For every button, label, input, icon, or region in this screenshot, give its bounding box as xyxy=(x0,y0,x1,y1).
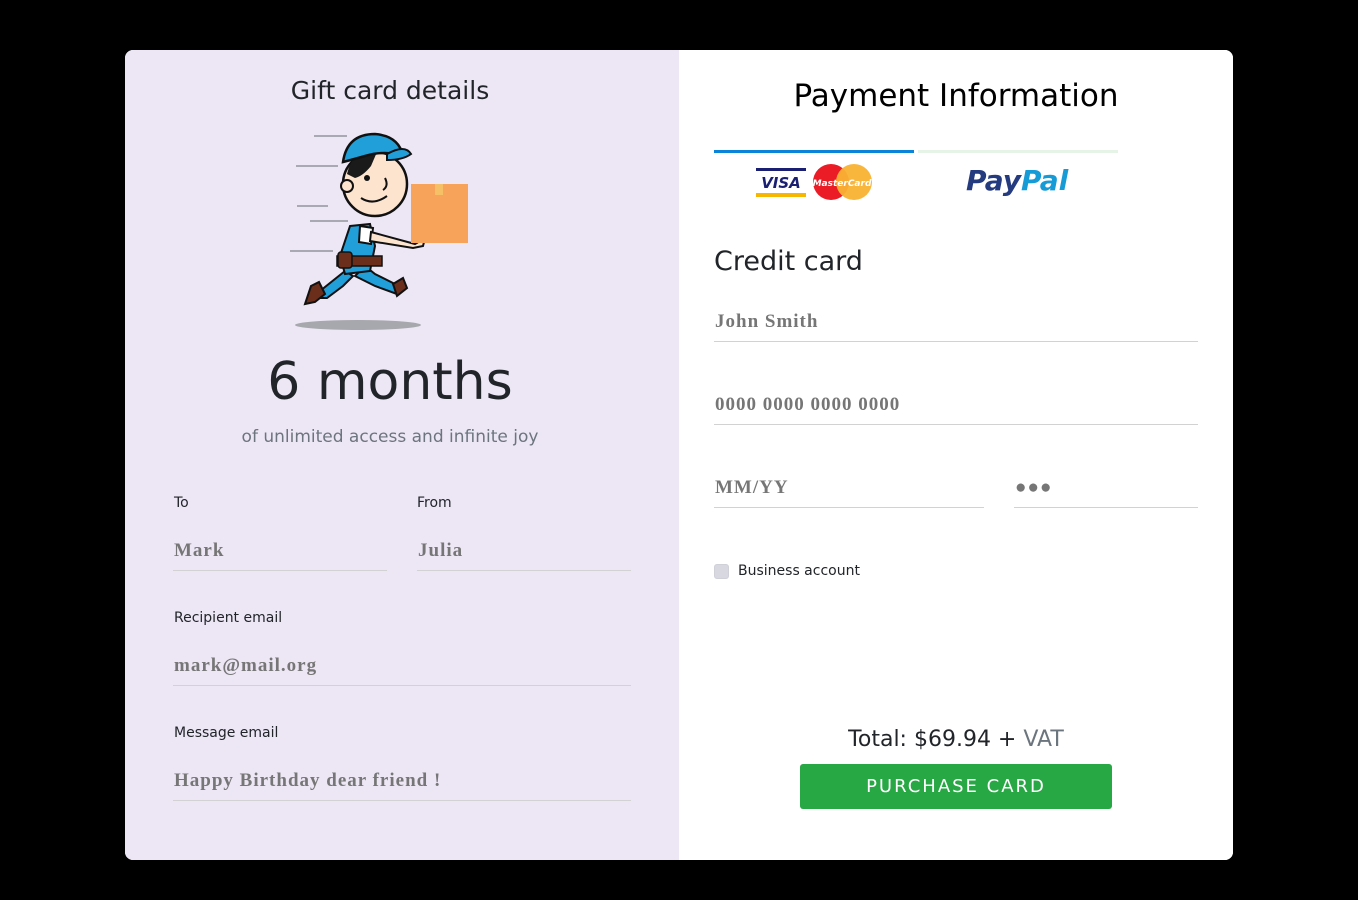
gift-card-purchase-card: Gift card details 6 months of unlimited … xyxy=(125,50,1233,860)
message-input[interactable] xyxy=(173,761,631,801)
mastercard-logo-icon: MasterCard xyxy=(813,164,872,200)
to-label: To xyxy=(174,495,189,511)
expiry-input[interactable] xyxy=(714,468,984,508)
payment-title: Payment Information xyxy=(793,78,1119,114)
tab-active-indicator xyxy=(714,150,914,153)
cardholder-name-input[interactable] xyxy=(714,302,1198,342)
payment-information-panel: Payment Information VISA MasterCard PayP… xyxy=(679,50,1233,860)
speed-lines xyxy=(290,135,348,252)
recipient-email-input[interactable] xyxy=(173,646,631,686)
gift-card-title: Gift card details xyxy=(290,76,490,105)
purchase-card-button[interactable]: PURCHASE CARD xyxy=(800,764,1112,809)
from-input[interactable] xyxy=(417,531,631,571)
from-label: From xyxy=(417,495,452,511)
gift-duration: 6 months xyxy=(267,352,513,412)
tab-credit-card[interactable]: VISA MasterCard xyxy=(714,150,914,208)
cvv-input[interactable] xyxy=(1014,468,1198,508)
total-amount: Total: $69.94 + xyxy=(848,727,1017,752)
business-account-label: Business account xyxy=(738,563,860,579)
paypal-logo-icon: PayPal xyxy=(966,164,1069,197)
delivery-man-illustration xyxy=(290,132,468,330)
message-label: Message email xyxy=(174,725,279,741)
order-total: Total: $69.94 + VAT xyxy=(679,727,1233,752)
gift-tagline: of unlimited access and infinite joy xyxy=(241,427,539,447)
shadow xyxy=(295,320,421,330)
visa-logo-icon: VISA xyxy=(756,168,806,197)
vat-label: VAT xyxy=(1023,727,1064,752)
credit-card-title: Credit card xyxy=(714,246,863,277)
tab-paypal[interactable]: PayPal xyxy=(918,150,1118,208)
business-account-checkbox[interactable] xyxy=(714,564,729,579)
gift-card-details-panel: Gift card details 6 months of unlimited … xyxy=(125,50,679,860)
svg-text:MasterCard: MasterCard xyxy=(813,179,872,189)
card-number-input[interactable] xyxy=(714,385,1198,425)
visa-mastercard-icon: VISA MasterCard xyxy=(756,164,872,200)
tab-inactive-indicator xyxy=(918,150,1118,153)
to-input[interactable] xyxy=(173,531,387,571)
svg-text:VISA: VISA xyxy=(761,174,801,192)
recipient-email-label: Recipient email xyxy=(174,610,283,626)
